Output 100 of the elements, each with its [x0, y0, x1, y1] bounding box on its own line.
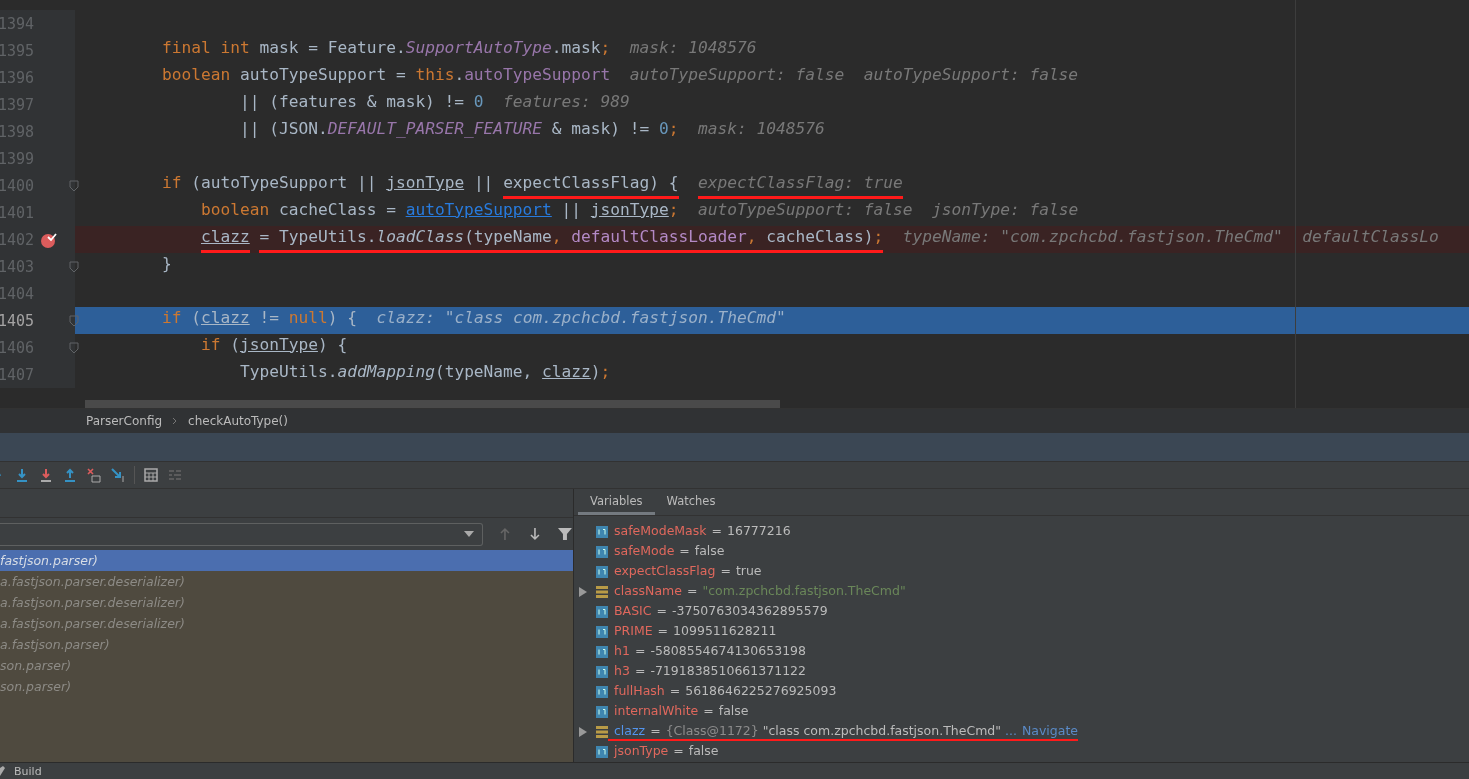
code-token: TypeUtils.: [239, 361, 338, 383]
stack-frame[interactable]: fastjson.parser): [0, 550, 573, 571]
build-tab[interactable]: Build: [14, 764, 42, 778]
filter-icon[interactable]: [557, 526, 573, 542]
variable-name: h1: [614, 643, 630, 658]
code-token: || (features & mask) !=: [239, 91, 466, 113]
variable-name: fullHash: [614, 683, 665, 698]
thread-dropdown[interactable]: [0, 522, 484, 546]
breadcrumb-item[interactable]: ParserConfig: [86, 414, 163, 428]
code-token: loadClass: [376, 226, 465, 253]
code-token: 0: [473, 91, 484, 113]
equals-sign: =: [703, 703, 714, 718]
panel-tab[interactable]: Watches: [654, 489, 728, 515]
code-token[interactable]: jsonType: [590, 199, 669, 226]
debug-value-hint: autoTypeSupport: false jsonType: false: [698, 199, 1079, 221]
equals-sign: =: [650, 723, 661, 738]
scrollbar-thumb[interactable]: [85, 400, 780, 408]
code-token: & mask) !=: [551, 118, 651, 140]
equals-sign: =: [673, 743, 684, 758]
primitive-icon: [596, 566, 608, 578]
code-token: this: [415, 64, 455, 86]
code-token: || (JSON.: [239, 118, 328, 140]
equals-sign: =: [634, 663, 646, 678]
primitive-icon: [596, 646, 608, 658]
variable-value: false: [694, 543, 725, 558]
code-token: addMapping: [337, 361, 435, 383]
primitive-icon: [596, 706, 608, 718]
code-token: SupportAutoType: [405, 37, 552, 59]
code-token: if: [200, 334, 222, 356]
code-token: .mask: [551, 37, 601, 59]
debug-value-hint: features: 989: [503, 91, 630, 113]
code-token: ;: [668, 199, 679, 221]
code-token: = TypeUtils.: [259, 226, 377, 253]
expand-arrow-icon[interactable]: [578, 587, 588, 597]
code-token: ;: [600, 361, 611, 383]
variable-value: -5808554674130653198: [650, 643, 806, 658]
variable-name: PRIME: [614, 623, 653, 638]
breadcrumb-item[interactable]: checkAutoType(): [188, 414, 288, 428]
variable-name: safeMode: [614, 543, 675, 558]
fold-marker-icon[interactable]: [69, 341, 79, 354]
step-out-icon[interactable]: [62, 467, 78, 483]
code-token: expectClassFlag) {: [503, 172, 679, 199]
panel-tab[interactable]: Variables: [578, 489, 655, 515]
drop-frame-icon[interactable]: [86, 467, 102, 483]
variable-name: BASIC: [614, 603, 652, 618]
code-token[interactable]: clazz: [542, 361, 591, 388]
equals-sign: =: [711, 523, 722, 538]
code-token: ||: [473, 172, 495, 194]
code-token: (autoTypeSupport ||: [191, 172, 378, 194]
code-token: ): [590, 361, 601, 383]
code-token: ) {: [327, 307, 357, 329]
step-into-icon[interactable]: [14, 467, 30, 483]
equals-sign: =: [656, 603, 667, 618]
variable-name: safeModeMask: [614, 523, 707, 538]
expand-arrow-icon[interactable]: [578, 727, 588, 737]
code-token: cacheClass =: [278, 199, 397, 221]
equals-sign: =: [686, 583, 698, 598]
code-token[interactable]: autoTypeSupport: [405, 199, 552, 226]
code-token: .: [454, 64, 465, 86]
code-token: ,: [746, 226, 767, 253]
code-token[interactable]: jsonType: [239, 334, 318, 361]
code-token: ||: [561, 199, 583, 221]
primitive-icon: [596, 626, 608, 638]
debug-value-hint: expectClassFlag: true: [698, 172, 903, 199]
variable-name: className: [614, 583, 682, 598]
code-token: ) {: [317, 334, 348, 356]
code-token: ;: [600, 37, 611, 59]
code-token[interactable]: clazz: [201, 307, 250, 334]
equals-sign: =: [679, 543, 690, 558]
line-number: 1405: [0, 311, 35, 330]
code-token: DEFAULT_PARSER_FEATURE: [327, 118, 543, 140]
variable-name: h3: [614, 663, 630, 678]
run-to-cursor-icon[interactable]: [110, 467, 126, 483]
code-token: !=: [259, 307, 280, 329]
code-token[interactable]: jsonType: [386, 172, 465, 199]
trace-list-icon[interactable]: [167, 467, 183, 483]
code-token: null: [288, 307, 328, 329]
code-token[interactable]: clazz: [200, 226, 250, 253]
variable-name: expectClassFlag: [614, 563, 716, 578]
fold-marker-icon[interactable]: [69, 314, 79, 327]
code-token: ;: [668, 118, 679, 140]
equals-sign: =: [657, 623, 669, 638]
variable-type: {Class@1172}: [665, 723, 760, 738]
primitive-icon: [596, 746, 608, 758]
variable-value: "com.zpchcbd.fastjson.TheCmd": [702, 583, 906, 598]
ellipsis: ...: [1004, 723, 1017, 738]
variable-value: -7191838510661371122: [650, 663, 806, 678]
variable-value: false: [688, 743, 719, 758]
fold-marker-icon[interactable]: [69, 260, 79, 273]
navigate-link[interactable]: Navigate: [1021, 723, 1078, 738]
fold-marker-icon[interactable]: [69, 179, 79, 192]
equals-sign: =: [669, 683, 681, 698]
chevron-icon: [172, 417, 179, 425]
object-icon: [596, 586, 608, 598]
calculator-icon[interactable]: [143, 467, 159, 483]
code-token: boolean: [162, 64, 232, 86]
code-token: ;: [873, 226, 884, 253]
primitive-icon: [596, 546, 608, 558]
code-token: autoTypeSupport =: [239, 64, 407, 86]
force-step-into-icon[interactable]: [38, 467, 54, 483]
